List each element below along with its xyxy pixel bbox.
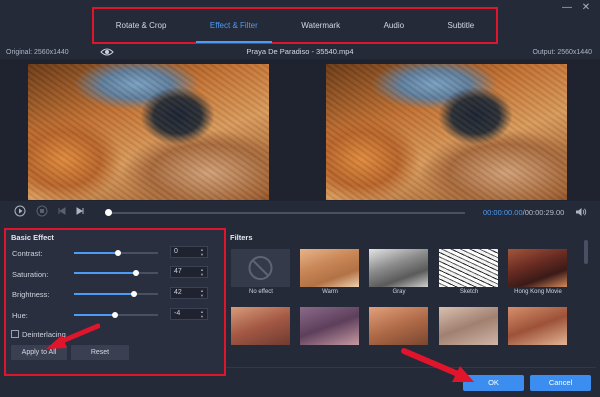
saturation-label: Saturation: <box>12 270 49 279</box>
filter-thumb-row2-1[interactable] <box>231 307 290 345</box>
brightness-slider[interactable] <box>74 291 158 297</box>
contrast-input[interactable]: 0 ▲ ▼ <box>170 246 208 258</box>
original-video-preview <box>28 64 269 200</box>
brightness-label: Brightness: <box>12 290 50 299</box>
contrast-slider-fill <box>74 252 118 254</box>
filter-thumb-hong-kong-movie[interactable] <box>508 249 567 287</box>
filter-thumb-row2-2[interactable] <box>300 307 359 345</box>
contrast-value: 0 <box>174 248 178 255</box>
output-video-preview <box>326 64 567 200</box>
minimize-button[interactable]: — <box>561 2 573 14</box>
filter-thumb-warm[interactable] <box>300 249 359 287</box>
brightness-slider-fill <box>74 293 134 295</box>
filter-thumb-gray[interactable] <box>369 249 428 287</box>
hue-slider-fill <box>74 314 116 316</box>
close-button[interactable]: ✕ <box>580 2 592 14</box>
annotation-arrow-apply <box>46 323 100 349</box>
brightness-input[interactable]: 42 ▲ ▼ <box>170 287 208 299</box>
filter-label-warm: Warm <box>322 289 338 295</box>
filter-thumb-sketch[interactable] <box>439 249 498 287</box>
progress-track[interactable] <box>107 212 465 214</box>
play-icon[interactable] <box>14 205 26 217</box>
saturation-slider-fill <box>74 272 137 274</box>
tab-effect-filter[interactable]: Effect & Filter <box>195 17 272 43</box>
contrast-spinner[interactable]: ▲ ▼ <box>199 247 205 257</box>
previous-frame-icon[interactable] <box>56 205 68 217</box>
total-time: /00:00:29.00 <box>522 208 565 217</box>
saturation-slider[interactable] <box>74 270 158 276</box>
video-filename: Praya De Paradiso - 35540.mp4 <box>246 47 354 56</box>
tab-subtitle[interactable]: Subtitle <box>442 17 481 34</box>
next-frame-icon[interactable] <box>74 205 86 217</box>
filter-label-sketch: Sketch <box>459 289 479 295</box>
contrast-label: Contrast: <box>12 249 43 258</box>
saturation-input[interactable]: 47 ▲ ▼ <box>170 266 208 278</box>
tab-rotate-crop[interactable]: Rotate & Crop <box>110 17 173 34</box>
brightness-slider-knob[interactable] <box>130 291 137 297</box>
filter-label-gray: Gray <box>392 289 406 295</box>
contrast-slider-knob[interactable] <box>114 250 121 256</box>
cancel-button[interactable]: Cancel <box>530 375 591 391</box>
hue-label: Hue: <box>12 311 28 320</box>
tab-bar: Rotate & Crop Effect & Filter Watermark … <box>92 7 498 44</box>
contrast-slider[interactable] <box>74 250 158 256</box>
hue-value: -4 <box>174 310 181 317</box>
brightness-value: 42 <box>174 289 182 296</box>
current-time: 00:00:00.00 <box>483 208 523 217</box>
filter-thumb-row2-3[interactable] <box>369 307 428 345</box>
volume-icon[interactable] <box>575 207 587 217</box>
progress-knob[interactable] <box>105 209 112 216</box>
filter-thumb-no-effect[interactable] <box>231 249 290 287</box>
hue-input[interactable]: -4 ▲ ▼ <box>170 308 208 320</box>
hue-spinner[interactable]: ▲ ▼ <box>199 309 205 319</box>
filters-scrollbar[interactable] <box>584 240 588 264</box>
tab-watermark[interactable]: Watermark <box>295 17 346 34</box>
no-effect-icon <box>248 256 273 280</box>
filter-label-hong-kong-movie: Hong Kong Movie <box>514 289 562 295</box>
saturation-value: 47 <box>174 268 182 275</box>
filter-label-no-effect: No effect <box>249 289 273 295</box>
saturation-spinner[interactable]: ▲ ▼ <box>199 267 205 277</box>
brightness-spinner[interactable]: ▲ ▼ <box>199 288 205 298</box>
hue-slider[interactable] <box>74 312 158 318</box>
deinterlacing-checkbox[interactable] <box>11 330 19 338</box>
stop-icon[interactable] <box>36 205 48 217</box>
filter-thumb-row2-5[interactable] <box>508 307 567 345</box>
output-resolution-label: Output: 2560x1440 <box>532 49 592 56</box>
time-display: 00:00:00.00/00:00:29.00 <box>483 208 564 217</box>
annotation-arrow-ok <box>401 348 474 382</box>
filters-title: Filters <box>230 233 253 242</box>
filter-thumb-row2-4[interactable] <box>439 307 498 345</box>
tab-audio[interactable]: Audio <box>378 17 410 34</box>
basic-effect-title: Basic Effect <box>11 233 54 242</box>
